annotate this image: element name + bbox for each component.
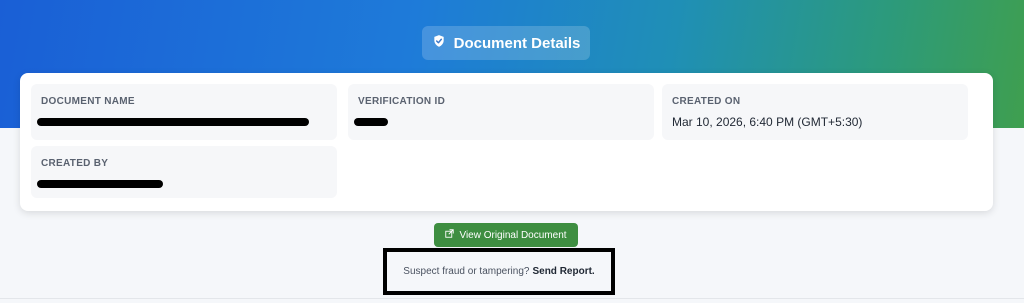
field-label: VERIFICATION ID [358,96,446,107]
field-verification-id: VERIFICATION ID [348,84,654,140]
report-prompt: Suspect fraud or tampering? [403,266,530,277]
field-label: DOCUMENT NAME [41,96,135,107]
redaction-mark [37,118,309,126]
field-created-by: CREATED BY [31,146,337,198]
page-title-text: Document Details [453,34,581,52]
redaction-mark [37,180,163,188]
external-link-icon [445,229,455,241]
view-original-label: View Original Document [459,229,567,241]
report-box: Suspect fraud or tampering? Send Report. [383,248,615,295]
field-label: CREATED ON [672,96,741,107]
divider [0,298,1024,299]
shield-check-icon [432,34,446,52]
page-title: Document Details [422,26,590,60]
redaction-mark [354,118,388,126]
view-original-document-button[interactable]: View Original Document [434,223,578,247]
field-value: Mar 10, 2026, 6:40 PM (GMT+5:30) [672,115,863,129]
field-document-name: DOCUMENT NAME [31,84,337,140]
field-created-on: CREATED ON Mar 10, 2026, 6:40 PM (GMT+5:… [662,84,968,140]
send-report-link[interactable]: Send Report. [532,266,594,277]
details-card: DOCUMENT NAME VERIFICATION ID CREATED ON… [20,73,993,211]
field-label: CREATED BY [41,158,109,169]
